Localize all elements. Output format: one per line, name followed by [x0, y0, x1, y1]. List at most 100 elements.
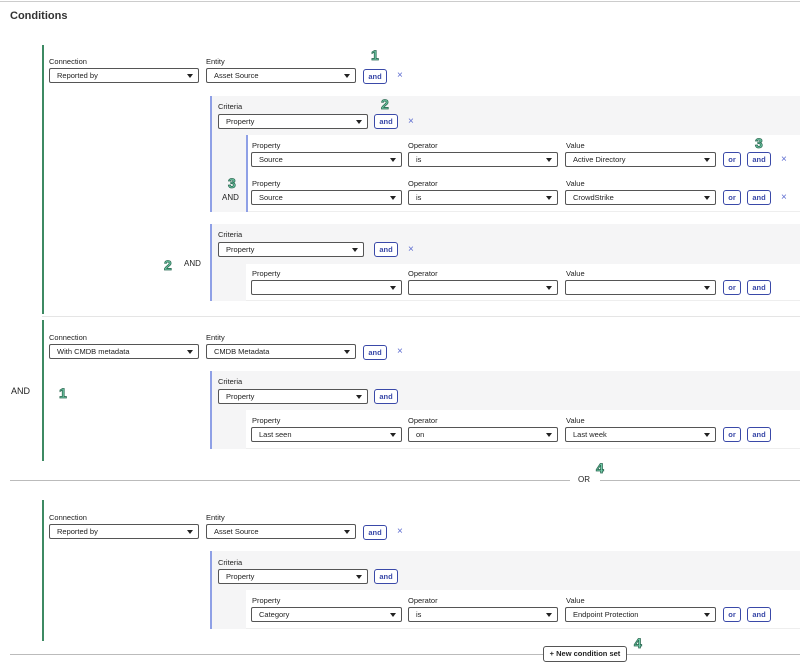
- chevron-down-icon: [187, 350, 193, 354]
- operator-label: Operator: [408, 179, 438, 188]
- criteria-value: Property: [226, 572, 255, 581]
- criteria-select[interactable]: Property: [218, 242, 364, 257]
- operator-label: Operator: [408, 416, 438, 425]
- criteria-bar: [210, 224, 212, 301]
- property-value: Category: [259, 610, 290, 619]
- operator-select[interactable]: on: [408, 427, 558, 442]
- and-button[interactable]: and: [374, 569, 398, 584]
- close-icon[interactable]: ×: [408, 117, 414, 127]
- and-button[interactable]: and: [363, 525, 387, 540]
- property-label: Property: [252, 596, 281, 605]
- chevron-down-icon: [546, 613, 552, 617]
- property-value: Source: [259, 193, 283, 202]
- criteria-bar: [210, 96, 212, 212]
- and-button[interactable]: and: [374, 114, 398, 129]
- or-label: OR: [578, 475, 590, 484]
- or-divider-right: [600, 480, 800, 481]
- or-button[interactable]: or: [723, 607, 741, 622]
- property-label: Property: [252, 179, 281, 188]
- chevron-down-icon: [546, 158, 552, 162]
- connection-value: Reported by: [57, 527, 98, 536]
- entity-select[interactable]: Asset Source: [206, 68, 356, 83]
- criteria-bar: [210, 371, 212, 449]
- badge-2: 2: [381, 96, 390, 112]
- and-button[interactable]: and: [747, 607, 771, 622]
- chevron-down-icon: [390, 433, 396, 437]
- and-button[interactable]: and: [747, 190, 771, 205]
- operator-value: is: [416, 155, 422, 164]
- connection-select[interactable]: Reported by: [49, 68, 199, 83]
- value-select[interactable]: Active Directory: [565, 152, 716, 167]
- property-select[interactable]: [251, 280, 402, 295]
- page-title: Conditions: [10, 10, 68, 22]
- and-button[interactable]: and: [374, 389, 398, 404]
- new-condition-set-button[interactable]: + New condition set: [543, 646, 627, 662]
- property-value: Last seen: [259, 430, 292, 439]
- close-icon[interactable]: ×: [397, 71, 403, 81]
- chevron-down-icon: [356, 395, 362, 399]
- value-select[interactable]: Endpoint Protection: [565, 607, 716, 622]
- close-icon[interactable]: ×: [408, 245, 414, 255]
- entity-select[interactable]: Asset Source: [206, 524, 356, 539]
- close-icon[interactable]: ×: [397, 347, 403, 357]
- connection-bar: [42, 500, 44, 641]
- operator-select[interactable]: is: [408, 607, 558, 622]
- and-button[interactable]: and: [363, 69, 387, 84]
- connection-label: Connection: [49, 513, 87, 522]
- value-label: Value: [566, 416, 585, 425]
- or-button[interactable]: or: [723, 152, 741, 167]
- or-button[interactable]: or: [723, 427, 741, 442]
- connection-label: Connection: [49, 57, 87, 66]
- badge-2-criteria: 2: [164, 257, 173, 273]
- operator-value: is: [416, 610, 422, 619]
- and-button[interactable]: and: [374, 242, 398, 257]
- value-label: Value: [566, 269, 585, 278]
- property-select[interactable]: Source: [251, 190, 402, 205]
- chevron-down-icon: [390, 158, 396, 162]
- value-value: Active Directory: [573, 155, 626, 164]
- and-button[interactable]: and: [363, 345, 387, 360]
- property-select[interactable]: Source: [251, 152, 402, 167]
- close-icon[interactable]: ×: [781, 155, 787, 165]
- value-select[interactable]: CrowdStrike: [565, 190, 716, 205]
- operator-label: Operator: [408, 141, 438, 150]
- or-button[interactable]: or: [723, 190, 741, 205]
- bottom-divider-right: [627, 654, 800, 655]
- criteria-and-label: AND: [184, 259, 201, 268]
- criteria-select[interactable]: Property: [218, 569, 368, 584]
- chevron-down-icon: [546, 286, 552, 290]
- badge-3-rows: 3: [228, 175, 237, 191]
- and-button[interactable]: and: [747, 152, 771, 167]
- badge-4-or: 4: [596, 460, 605, 476]
- connection-select[interactable]: Reported by: [49, 524, 199, 539]
- value-select[interactable]: Last week: [565, 427, 716, 442]
- property-label: Property: [252, 269, 281, 278]
- criteria-value: Property: [226, 117, 255, 126]
- operator-select[interactable]: [408, 280, 558, 295]
- chevron-down-icon: [344, 74, 350, 78]
- value-select[interactable]: [565, 280, 716, 295]
- entity-value: Asset Source: [214, 71, 259, 80]
- criteria-select[interactable]: Property: [218, 114, 368, 129]
- chevron-down-icon: [352, 248, 358, 252]
- and-button[interactable]: and: [747, 427, 771, 442]
- value-value: CrowdStrike: [573, 193, 614, 202]
- criteria-label: Criteria: [218, 377, 243, 386]
- close-icon[interactable]: ×: [397, 527, 403, 537]
- connection-select[interactable]: With CMDB metadata: [49, 344, 199, 359]
- property-select[interactable]: Category: [251, 607, 402, 622]
- and-button[interactable]: and: [747, 280, 771, 295]
- property-value: Source: [259, 155, 283, 164]
- criteria-select[interactable]: Property: [218, 389, 368, 404]
- top-divider: [0, 1, 800, 2]
- property-select[interactable]: Last seen: [251, 427, 402, 442]
- close-icon[interactable]: ×: [781, 193, 787, 203]
- badge-4-new-set: 4: [634, 635, 643, 651]
- rows-bar: [246, 135, 248, 212]
- operator-select[interactable]: is: [408, 152, 558, 167]
- chevron-down-icon: [704, 158, 710, 162]
- entity-select[interactable]: CMDB Metadata: [206, 344, 356, 359]
- operator-select[interactable]: is: [408, 190, 558, 205]
- chevron-down-icon: [390, 613, 396, 617]
- or-button[interactable]: or: [723, 280, 741, 295]
